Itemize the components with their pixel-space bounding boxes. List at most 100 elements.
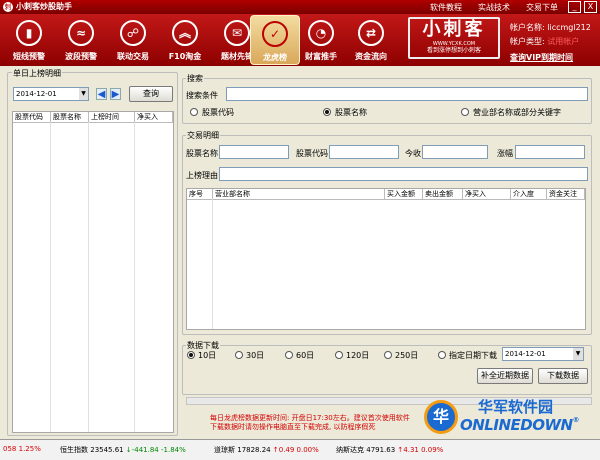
close-button[interactable]: X xyxy=(584,1,597,13)
branch-table[interactable]: 序号 营业部名称 买入金额 卖出金额 净买入 介入度 资金关注 xyxy=(186,188,586,330)
search-title: 搜索 xyxy=(186,73,204,84)
next-arrow-icon[interactable]: ▶ xyxy=(110,88,121,100)
logo-text: 小刺客 xyxy=(422,19,486,40)
query-button[interactable]: 查询 xyxy=(129,86,173,102)
radio-10-days-label: 10日 xyxy=(198,351,217,360)
radio-60-days[interactable] xyxy=(285,351,293,359)
ticker-change: 1.25% xyxy=(18,445,41,453)
nav-linked-trade[interactable]: ☍ 联动交易 xyxy=(108,15,158,65)
radio-stock-code[interactable] xyxy=(190,108,198,116)
field-stock-code[interactable] xyxy=(329,145,399,159)
radio-specific-date-label: 指定日期下载 xyxy=(449,351,497,360)
nav-short-term-alert[interactable]: ▮ 短线预警 xyxy=(4,15,54,65)
radio-250-days[interactable] xyxy=(384,351,392,359)
col-sell-amount[interactable]: 卖出金额 xyxy=(423,189,463,199)
ticker-value: 23545.61 xyxy=(90,446,124,454)
supplement-data-button[interactable]: 补全近期数据 xyxy=(477,368,533,384)
radio-branch-keyword-label: 营业部名称或部分关键字 xyxy=(473,108,561,117)
col-net-buy[interactable]: 净买入 xyxy=(463,189,511,199)
check-icon: ✓ xyxy=(262,21,288,47)
ticker-value: 4791.63 xyxy=(366,446,396,454)
trade-order-link[interactable]: 交易下单 xyxy=(526,2,558,13)
window-title: 小刺客炒股助手 xyxy=(16,2,72,11)
alarm-icon: ≈ xyxy=(68,20,94,46)
column-divider xyxy=(50,122,51,432)
onlinedown-logo-icon: 华 xyxy=(424,400,458,434)
ticker-name: 恒生指数 xyxy=(60,446,88,454)
col-list-time[interactable]: 上榜时间 xyxy=(89,112,135,122)
ticker-name: 纳斯达克 xyxy=(336,446,364,454)
radio-specific-date[interactable] xyxy=(438,351,446,359)
download-date-picker[interactable]: 2014-12-01 xyxy=(502,347,584,361)
mail-icon: ✉ xyxy=(224,20,250,46)
col-net-buy[interactable]: 净买入 xyxy=(135,112,173,122)
col-index[interactable]: 序号 xyxy=(187,189,213,199)
nav-dragon-tiger-list[interactable]: ✓ 龙虎榜 xyxy=(250,15,300,65)
column-divider xyxy=(88,122,89,432)
left-date-picker[interactable]: 2014-12-01 xyxy=(13,87,89,101)
bar-chart-icon: ▮ xyxy=(16,20,42,46)
header-banner: ▮ 短线预警 ≈ 波段预警 ☍ 联动交易 ︽ F10淘金 ✉ 题材先锋 ✓ 龙虎… xyxy=(0,14,600,66)
col-involvement[interactable]: 介入度 xyxy=(511,189,547,199)
title-bar[interactable]: 刺 小刺客炒股助手 _ X xyxy=(0,0,600,14)
nav-wealth-pusher[interactable]: ◔ 财富推手 xyxy=(296,15,346,65)
account-name: 帐户名称: liccmgl212 xyxy=(510,22,591,33)
nav-band-alert[interactable]: ≈ 波段预警 xyxy=(56,15,106,65)
ticker-name: 道琼斯 xyxy=(214,446,235,454)
chevron-up-icon: ︽ xyxy=(172,20,198,46)
ticker-value: 17828.24 xyxy=(237,446,271,454)
daily-list-table[interactable]: 股票代码 股票名称 上榜时间 净买入 xyxy=(12,111,174,433)
link-icon: ☍ xyxy=(120,20,146,46)
field-close[interactable] xyxy=(422,145,488,159)
nav-f10[interactable]: ︽ F10淘金 xyxy=(160,15,210,65)
nav-label: 财富推手 xyxy=(305,52,337,61)
radio-stock-code-label: 股票代码 xyxy=(202,108,234,117)
radio-120-days[interactable] xyxy=(335,351,343,359)
prev-arrow-icon[interactable]: ◀ xyxy=(96,88,107,100)
col-branch-name[interactable]: 营业部名称 xyxy=(213,189,385,199)
field-change[interactable] xyxy=(515,145,585,159)
watermark-en-text: ONLINEDOWN® xyxy=(460,416,580,434)
radio-10-days[interactable] xyxy=(187,351,195,359)
nav-fund-flow[interactable]: ⇄ 资金流向 xyxy=(346,15,396,65)
radio-branch-keyword[interactable] xyxy=(461,108,469,116)
column-divider xyxy=(212,199,213,329)
chevron-down-icon[interactable]: ▼ xyxy=(79,88,88,100)
technique-link[interactable]: 实战技术 xyxy=(478,2,510,13)
nav-label: 波段预警 xyxy=(65,52,97,61)
col-stock-code[interactable]: 股票代码 xyxy=(13,112,51,122)
search-input[interactable] xyxy=(226,87,588,101)
tutorial-link[interactable]: 软件教程 xyxy=(430,2,462,13)
col-fund-attention[interactable]: 资金关注 xyxy=(547,189,585,199)
ticker-item: 道琼斯 17828.24 ↑0.49 0.00% xyxy=(214,445,319,455)
brand-logo: 小刺客 WWW.YCXK.COM 看到涨停想到小刺客 xyxy=(408,17,500,59)
minimize-button[interactable]: _ xyxy=(568,1,581,13)
ticker-change: ↑0.49 0.00% xyxy=(272,446,319,454)
ticker-change: ↓-441.84 -1.84% xyxy=(125,446,186,454)
field-change-label: 涨幅 xyxy=(497,149,513,158)
watermark-en-word: ONLINEDOWN xyxy=(460,416,573,434)
search-condition-label: 搜索条件 xyxy=(186,91,218,100)
download-data-button[interactable]: 下载数据 xyxy=(538,368,588,384)
radio-stock-name-label: 股票名称 xyxy=(335,108,367,117)
column-divider xyxy=(134,122,135,432)
col-buy-amount[interactable]: 买入金额 xyxy=(385,189,423,199)
list-reason-field[interactable] xyxy=(219,167,588,181)
pie-icon: ◔ xyxy=(308,20,334,46)
radio-stock-name[interactable] xyxy=(323,108,331,116)
download-date-value: 2014-12-01 xyxy=(505,350,546,358)
field-stock-name-label: 股票名称 xyxy=(186,149,218,158)
col-stock-name[interactable]: 股票名称 xyxy=(51,112,89,122)
nav-label: 资金流向 xyxy=(355,52,387,61)
field-stock-name[interactable] xyxy=(219,145,289,159)
update-notice-line2: 下载数据时请勿操作电脑直至下载完成, 以防程序假死 xyxy=(210,423,376,431)
field-close-label: 今收 xyxy=(405,149,421,158)
vip-expiry-link[interactable]: 查询VIP到期时间 xyxy=(510,52,573,63)
chevron-down-icon[interactable]: ▼ xyxy=(573,348,583,360)
app-icon: 刺 xyxy=(3,2,13,12)
market-ticker: 058 1.25% 恒生指数 23545.61 ↓-441.84 -1.84% … xyxy=(0,439,600,460)
watermark-cn-text: 华军软件园 xyxy=(478,398,554,416)
account-name-value: liccmgl212 xyxy=(547,23,591,32)
flow-icon: ⇄ xyxy=(358,20,384,46)
radio-30-days[interactable] xyxy=(235,351,243,359)
